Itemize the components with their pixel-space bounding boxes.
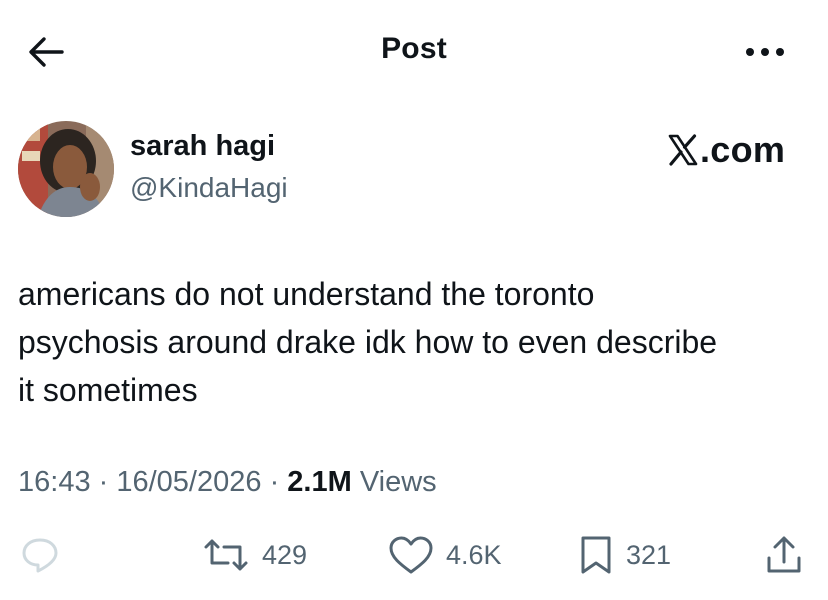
retweet-icon bbox=[204, 539, 248, 571]
share-icon bbox=[767, 536, 801, 573]
profile-photo bbox=[18, 121, 114, 217]
bookmark-count: 321 bbox=[626, 539, 672, 570]
tweet-time[interactable]: 16:43 bbox=[18, 466, 91, 498]
x-logo-icon bbox=[668, 134, 698, 166]
watermark-text: .com bbox=[700, 129, 786, 170]
bookmark-icon bbox=[581, 536, 611, 574]
meta-separator: · bbox=[261, 466, 288, 498]
more-options-button[interactable] bbox=[744, 40, 786, 64]
author-name[interactable]: sarah hagi bbox=[130, 130, 275, 163]
more-horizontal-icon bbox=[746, 48, 784, 56]
action-bar: 429 4.6K 321 bbox=[0, 530, 828, 580]
bookmark-button[interactable]: 321 bbox=[578, 530, 671, 580]
tweet-text: americans do not understand the toronto … bbox=[18, 276, 718, 408]
author-handle[interactable]: @KindaHagi bbox=[130, 172, 288, 204]
x-com-watermark: .com bbox=[668, 129, 786, 170]
like-button[interactable]: 4.6K bbox=[388, 530, 502, 580]
retweet-button[interactable]: 429 bbox=[202, 530, 307, 580]
tweet-date[interactable]: 16/05/2026 bbox=[116, 466, 261, 498]
like-count: 4.6K bbox=[446, 539, 502, 570]
reply-icon bbox=[22, 538, 58, 573]
views-count: 2.1M bbox=[287, 466, 352, 498]
views-label: Views bbox=[351, 466, 437, 498]
page-title: Post bbox=[381, 32, 447, 65]
share-button[interactable] bbox=[764, 530, 804, 580]
heart-icon bbox=[389, 536, 433, 574]
post-screen: Post sarah hagi @KindaHagi .com american… bbox=[0, 0, 828, 600]
retweet-count: 429 bbox=[262, 539, 308, 570]
reply-button[interactable] bbox=[20, 530, 60, 580]
avatar[interactable] bbox=[18, 121, 114, 217]
tweet-meta: 16:43 · 16/05/2026 · 2.1M Views bbox=[18, 466, 437, 499]
post-header: Post bbox=[0, 0, 828, 100]
meta-separator: · bbox=[90, 466, 117, 498]
